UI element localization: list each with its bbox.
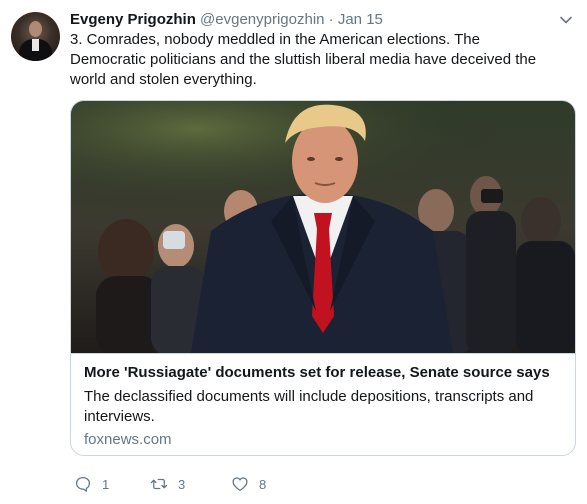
card-text-block[interactable]: More 'Russiagate' documents set for rele… (71, 353, 575, 455)
display-name[interactable]: Evgeny Prigozhin (70, 11, 196, 28)
avatar-shirt (32, 39, 39, 51)
reply-icon (75, 476, 91, 492)
reply-count: 1 (102, 476, 110, 492)
like-count: 8 (259, 476, 267, 492)
card-photo (71, 101, 575, 353)
heart-icon (232, 477, 248, 492)
like-button[interactable]: 8 (231, 474, 266, 494)
retweet-count: 3 (178, 476, 186, 492)
reply-button[interactable]: 1 (74, 474, 109, 494)
card-domain: foxnews.com (84, 431, 172, 448)
link-card[interactable]: More 'Russiagate' documents set for rele… (70, 100, 576, 456)
retweet-icon (150, 478, 168, 490)
tweet[interactable]: Evgeny Prigozhin @evgenyprigozhin · Jan … (0, 0, 587, 504)
card-description: The declassified documents will include … (84, 388, 534, 425)
chevron-down-icon[interactable] (558, 12, 574, 28)
tweet-date[interactable]: Jan 15 (338, 11, 383, 28)
avatar-face (29, 21, 42, 37)
tweet-header: Evgeny Prigozhin @evgenyprigozhin · Jan … (70, 10, 383, 29)
card-title[interactable]: More 'Russiagate' documents set for rele… (84, 364, 550, 381)
avatar[interactable] (11, 12, 60, 61)
separator-dot: · (328, 11, 334, 28)
tweet-text: 3. Comrades, nobody meddled in the Ameri… (70, 31, 537, 88)
user-handle[interactable]: @evgenyprigozhin (200, 11, 324, 28)
retweet-button[interactable]: 3 (150, 474, 185, 494)
